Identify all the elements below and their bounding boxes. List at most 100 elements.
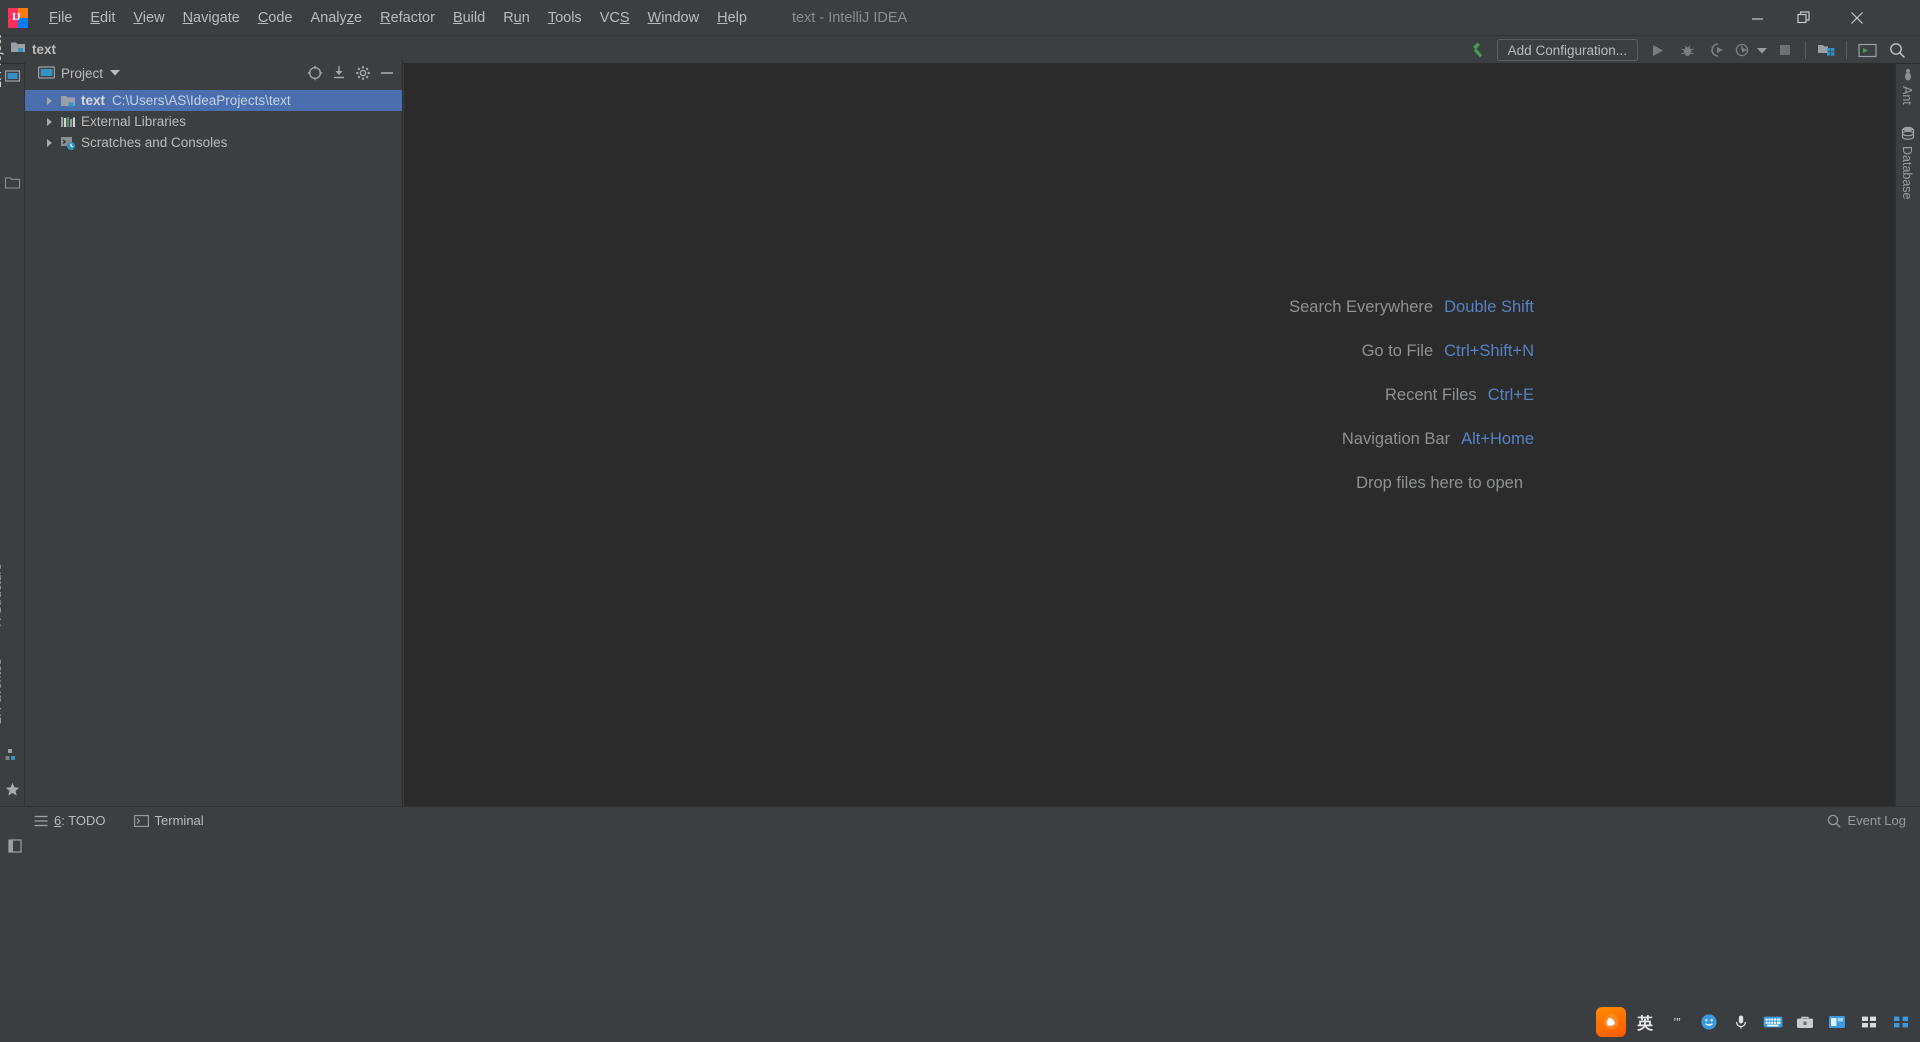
tree-row[interactable]: Scratches and Consoles — [25, 132, 402, 153]
sidebar-item-favorites[interactable]: 2: Favorites — [0, 614, 4, 724]
event-log-label: Event Log — [1847, 813, 1906, 828]
collapse-all-icon[interactable] — [328, 62, 350, 84]
status-toggle-icon[interactable] — [8, 839, 22, 853]
status-bar — [0, 834, 1920, 858]
scratches-consoles-icon — [60, 135, 76, 151]
chevron-down-icon[interactable] — [1754, 37, 1770, 63]
hint-label: Navigation Bar — [1341, 430, 1451, 448]
event-log-area[interactable]: Event Log — [1827, 813, 1906, 828]
toolbar-separator-2 — [1846, 41, 1847, 59]
editor-empty-area[interactable]: Search Everywhere Double Shift Go to Fil… — [404, 64, 1895, 806]
menu-bar: IJ File Edit View Navigate Code Analyze … — [0, 0, 1920, 36]
ant-stripe-icon[interactable] — [1901, 68, 1915, 87]
toolbar-separator-1 — [1805, 41, 1806, 59]
menu-item-help[interactable]: Help — [708, 6, 756, 30]
sidebar-item-structure[interactable]: 7: Structure — [0, 518, 4, 628]
menu-item-view[interactable]: View — [124, 6, 173, 30]
hint-shortcut: Ctrl+E — [1487, 386, 1534, 404]
project-view-icon — [38, 65, 55, 81]
menu-item-window[interactable]: Window — [639, 6, 709, 30]
ime-chinese-icon[interactable]: 英 — [1632, 1009, 1658, 1035]
ime-voice-icon[interactable] — [1728, 1009, 1754, 1035]
menu-item-analyze[interactable]: Analyze — [302, 6, 372, 30]
ime-emoji-icon[interactable] — [1696, 1009, 1722, 1035]
terminal-icon — [133, 814, 149, 827]
tree-row[interactable]: External Libraries — [25, 111, 402, 132]
window-close-button[interactable] — [1834, 0, 1880, 36]
build-hammer-icon[interactable] — [1463, 37, 1493, 63]
editor-scrollbar[interactable] — [1885, 64, 1895, 806]
hint-label: Search Everywhere — [1289, 298, 1434, 316]
hint-row: Recent Files Ctrl+E — [404, 386, 1534, 405]
sidebar-item-project[interactable]: 1: Project — [0, 0, 4, 88]
menu-item-tools[interactable]: Tools — [539, 6, 591, 30]
ime-chinese-glyph: 英 — [1636, 1016, 1653, 1033]
run-icon[interactable] — [1642, 37, 1672, 63]
menu-item-code[interactable]: Code — [249, 6, 302, 30]
breadcrumb-label: text — [32, 42, 57, 57]
favorites-star-icon[interactable] — [5, 782, 20, 802]
hint-shortcut: Ctrl+Shift+N — [1444, 342, 1534, 360]
menu-item-run[interactable]: Run — [494, 6, 539, 30]
run-with-coverage-icon[interactable] — [1702, 37, 1732, 63]
database-stripe-icon[interactable] — [1901, 126, 1915, 145]
hint-row: Search Everywhere Double Shift — [404, 298, 1534, 317]
menu-item-file[interactable]: File — [40, 6, 81, 30]
tree-row[interactable]: text C:\Users\AS\IdeaProjects\text — [25, 90, 402, 111]
intellij-logo-icon: IJ — [8, 7, 28, 28]
sogou-logo-icon[interactable] — [1596, 1007, 1626, 1037]
ime-skin-icon[interactable] — [1824, 1009, 1850, 1035]
window-minimize-button[interactable] — [1734, 0, 1780, 36]
menu-item-build[interactable]: Build — [444, 6, 494, 30]
todo-label: : TODO — [61, 813, 106, 828]
terminal-icon[interactable] — [1852, 37, 1882, 63]
ime-keyboard-icon[interactable] — [1760, 1009, 1786, 1035]
folder-module-icon — [10, 39, 26, 60]
project-folder-icon — [60, 93, 76, 109]
tree-row-label: External Libraries — [81, 114, 187, 129]
ime-toolbox-icon[interactable] — [1792, 1009, 1818, 1035]
project-stripe-icon[interactable] — [4, 70, 21, 89]
expand-arrow-icon[interactable] — [47, 96, 52, 105]
menu-item-navigate[interactable]: Navigate — [174, 6, 249, 30]
window-restore-button[interactable] — [1781, 0, 1827, 36]
window-title: text - IntelliJ IDEA — [791, 9, 908, 26]
profiler-icon[interactable] — [1732, 37, 1754, 63]
project-panel-actions — [304, 62, 398, 84]
tray-apps-icon[interactable] — [1888, 1009, 1914, 1035]
search-icon[interactable] — [1882, 37, 1912, 63]
select-opened-file-icon[interactable] — [304, 62, 326, 84]
external-libraries-icon — [60, 114, 76, 130]
menu-item-vcs[interactable]: VCS — [591, 6, 639, 30]
hint-shortcut: Double Shift — [1444, 298, 1534, 316]
ime-settings-icon[interactable] — [1856, 1009, 1882, 1035]
bottom-item-todo[interactable]: 6: TODO — [34, 813, 106, 828]
project-tool-window: Project text C:\Users\AS\IdeaProjects\te… — [25, 60, 403, 806]
hint-row: Drop files here to open — [404, 474, 1534, 493]
sidebar-item-database[interactable]: Database — [1900, 146, 1914, 226]
expand-arrow-icon[interactable] — [47, 138, 52, 147]
right-tool-stripe: Ant Database — [1895, 64, 1920, 806]
stop-icon[interactable] — [1770, 37, 1800, 63]
project-panel-title: Project — [61, 65, 104, 81]
menu-item-refactor[interactable]: Refactor — [371, 6, 444, 30]
system-tray: 英 ’” — [1596, 1002, 1914, 1042]
structure-stripe-icon[interactable] — [5, 748, 19, 766]
hide-icon[interactable] — [376, 62, 398, 84]
bottom-item-terminal[interactable]: Terminal — [133, 813, 204, 828]
sidebar-item-ant[interactable]: Ant — [1900, 86, 1914, 126]
expand-arrow-icon[interactable] — [47, 117, 52, 126]
add-configuration-label: Add Configuration... — [1507, 42, 1627, 58]
breadcrumb-text[interactable]: text — [10, 39, 56, 60]
debug-icon[interactable] — [1672, 37, 1702, 63]
chevron-down-icon[interactable] — [110, 68, 121, 78]
ime-punctuation-icon[interactable]: ’” — [1664, 1009, 1690, 1035]
add-configuration-button[interactable]: Add Configuration... — [1496, 39, 1638, 61]
hint-label: Go to File — [1361, 342, 1434, 360]
settings-gear-icon[interactable] — [352, 62, 374, 84]
bottom-tool-bar: 6: TODO Terminal Event Log — [0, 806, 1920, 834]
ime-punctuation-glyph: ’” — [1673, 1014, 1681, 1030]
windows-taskbar: 英 ’” — [0, 1002, 1920, 1042]
project-structure-icon[interactable] — [1811, 37, 1841, 63]
menu-item-edit[interactable]: Edit — [81, 6, 124, 30]
